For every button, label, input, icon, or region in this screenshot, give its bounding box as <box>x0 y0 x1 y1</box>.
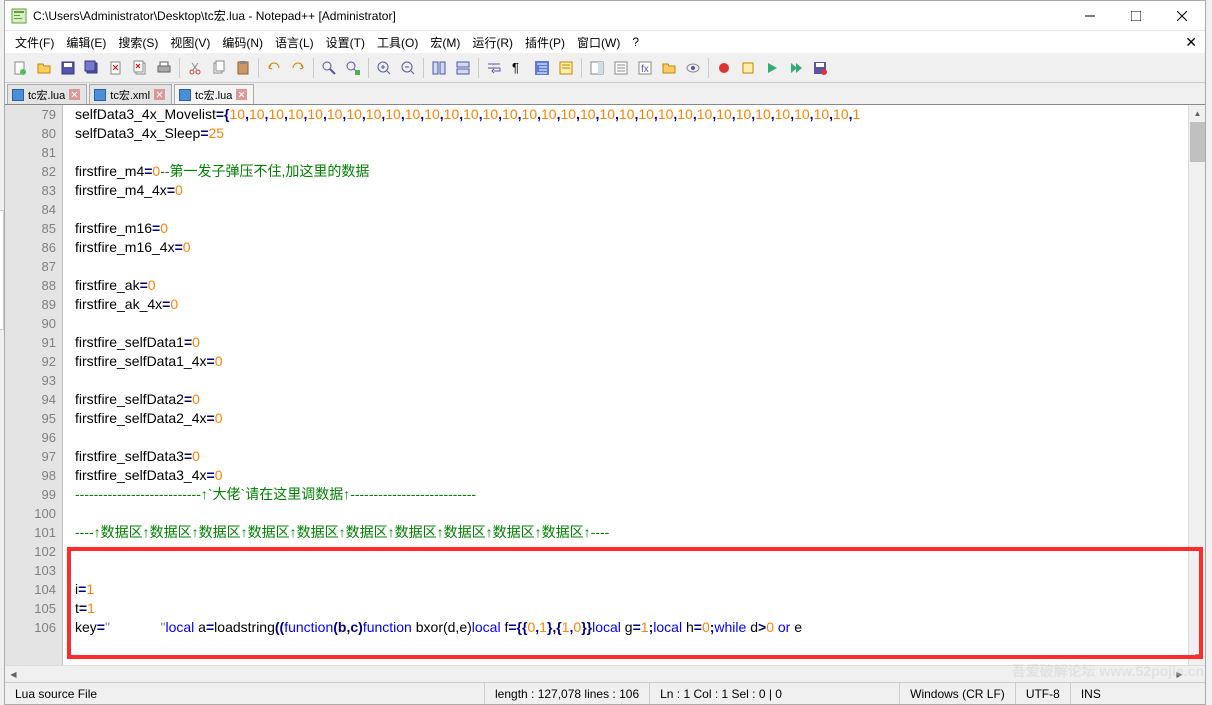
svg-text:fx: fx <box>641 64 649 75</box>
folder-workspace-button[interactable] <box>658 57 680 79</box>
svg-text:¶: ¶ <box>512 60 519 75</box>
file-icon <box>12 89 24 101</box>
window-title: C:\Users\Administrator\Desktop\tc宏.lua -… <box>33 7 1067 24</box>
print-button[interactable] <box>153 57 175 79</box>
menu-file[interactable]: 文件(F) <box>9 32 60 53</box>
file-icon <box>179 89 191 101</box>
horizontal-scrollbar[interactable]: ◀ ▶ <box>5 665 1205 682</box>
tab-close-icon[interactable] <box>236 89 247 100</box>
doc-list-button[interactable] <box>610 57 632 79</box>
open-file-button[interactable] <box>33 57 55 79</box>
doc-map-button[interactable] <box>586 57 608 79</box>
menu-run[interactable]: 运行(R) <box>466 32 519 53</box>
menu-settings[interactable]: 设置(T) <box>320 32 371 53</box>
tab-1[interactable]: tc宏.lua <box>7 84 87 104</box>
close-all-button[interactable] <box>129 57 151 79</box>
tab-label: tc宏.lua <box>28 87 65 103</box>
scroll-down-arrow[interactable]: ▼ <box>1189 648 1205 665</box>
tabbar: tc宏.lua tc宏.xml tc宏.lua <box>5 83 1205 105</box>
file-icon <box>94 89 106 101</box>
tab-close-icon[interactable] <box>69 89 80 100</box>
scroll-thumb[interactable] <box>1190 122 1205 162</box>
record-macro-button[interactable] <box>713 57 735 79</box>
udl-button[interactable] <box>555 57 577 79</box>
play-macro-button[interactable] <box>761 57 783 79</box>
all-chars-button[interactable]: ¶ <box>507 57 529 79</box>
mdi-close-icon[interactable]: ✕ <box>1185 34 1197 51</box>
status-filetype: Lua source File <box>5 683 485 704</box>
new-file-button[interactable] <box>9 57 31 79</box>
toolbar: ¶ fx <box>5 53 1205 83</box>
menu-tools[interactable]: 工具(O) <box>371 32 424 53</box>
indent-guide-button[interactable] <box>531 57 553 79</box>
scroll-up-arrow[interactable]: ▲ <box>1189 105 1205 122</box>
status-insert-mode[interactable]: INS <box>1071 683 1111 704</box>
play-multi-button[interactable] <box>785 57 807 79</box>
app-window: C:\Users\Administrator\Desktop\tc宏.lua -… <box>4 0 1206 705</box>
sync-h-button[interactable] <box>452 57 474 79</box>
scroll-left-arrow[interactable]: ◀ <box>5 666 22 682</box>
func-list-button[interactable]: fx <box>634 57 656 79</box>
titlebar: C:\Users\Administrator\Desktop\tc宏.lua -… <box>5 1 1205 31</box>
tab-2[interactable]: tc宏.xml <box>89 84 172 104</box>
zoom-in-button[interactable] <box>373 57 395 79</box>
menu-encoding[interactable]: 编码(N) <box>216 32 269 53</box>
tab-3-active[interactable]: tc宏.lua <box>174 84 254 104</box>
save-button[interactable] <box>57 57 79 79</box>
line-gutter: 7980818283848586878889909192939495969798… <box>5 105 63 682</box>
menu-search[interactable]: 搜索(S) <box>112 32 164 53</box>
find-button[interactable] <box>318 57 340 79</box>
status-position: Ln : 1 Col : 1 Sel : 0 | 0 <box>650 683 900 704</box>
menu-window[interactable]: 窗口(W) <box>571 32 626 53</box>
undo-button[interactable] <box>263 57 285 79</box>
menu-edit[interactable]: 编辑(E) <box>60 32 112 53</box>
paste-button[interactable] <box>232 57 254 79</box>
cut-button[interactable] <box>184 57 206 79</box>
status-encoding[interactable]: UTF-8 <box>1016 683 1071 704</box>
redo-button[interactable] <box>287 57 309 79</box>
replace-button[interactable] <box>342 57 364 79</box>
editor-area: 7980818283848586878889909192939495969798… <box>5 105 1205 682</box>
tab-close-icon[interactable] <box>154 89 165 100</box>
vertical-scrollbar[interactable]: ▲ ▼ <box>1188 105 1205 682</box>
menu-view[interactable]: 视图(V) <box>164 32 216 53</box>
copy-button[interactable] <box>208 57 230 79</box>
sync-v-button[interactable] <box>428 57 450 79</box>
scroll-right-arrow[interactable]: ▶ <box>1171 666 1188 682</box>
tab-label: tc宏.xml <box>110 87 150 103</box>
menu-help[interactable]: ? <box>626 33 645 51</box>
menu-plugins[interactable]: 插件(P) <box>519 32 571 53</box>
statusbar: Lua source File length : 127,078 lines :… <box>5 682 1205 704</box>
save-all-button[interactable] <box>81 57 103 79</box>
status-eol[interactable]: Windows (CR LF) <box>900 683 1016 704</box>
stop-macro-button[interactable] <box>737 57 759 79</box>
menubar: 文件(F) 编辑(E) 搜索(S) 视图(V) 编码(N) 语言(L) 设置(T… <box>5 31 1205 53</box>
maximize-button[interactable] <box>1113 1 1159 31</box>
close-button[interactable] <box>1159 1 1205 31</box>
wordwrap-button[interactable] <box>483 57 505 79</box>
code-editor[interactable]: selfData3_4x_Movelist={10,10,10,10,10,10… <box>63 105 1205 682</box>
app-icon <box>11 8 27 24</box>
monitor-button[interactable] <box>682 57 704 79</box>
save-macro-button[interactable] <box>809 57 831 79</box>
menu-macro[interactable]: 宏(M) <box>424 32 466 53</box>
menu-language[interactable]: 语言(L) <box>269 32 320 53</box>
minimize-button[interactable] <box>1067 1 1113 31</box>
zoom-out-button[interactable] <box>397 57 419 79</box>
status-length: length : 127,078 lines : 106 <box>485 683 650 704</box>
close-file-button[interactable] <box>105 57 127 79</box>
tab-label: tc宏.lua <box>195 87 232 103</box>
